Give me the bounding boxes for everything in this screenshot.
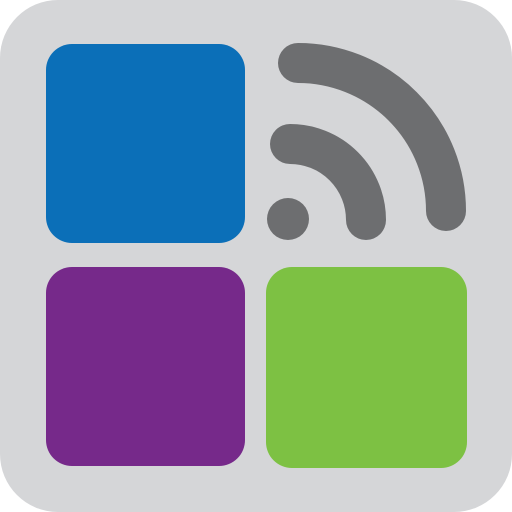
rss-grid-app-icon [0, 0, 512, 512]
rss-feed-icon [267, 43, 466, 240]
rss-dot [267, 198, 309, 240]
